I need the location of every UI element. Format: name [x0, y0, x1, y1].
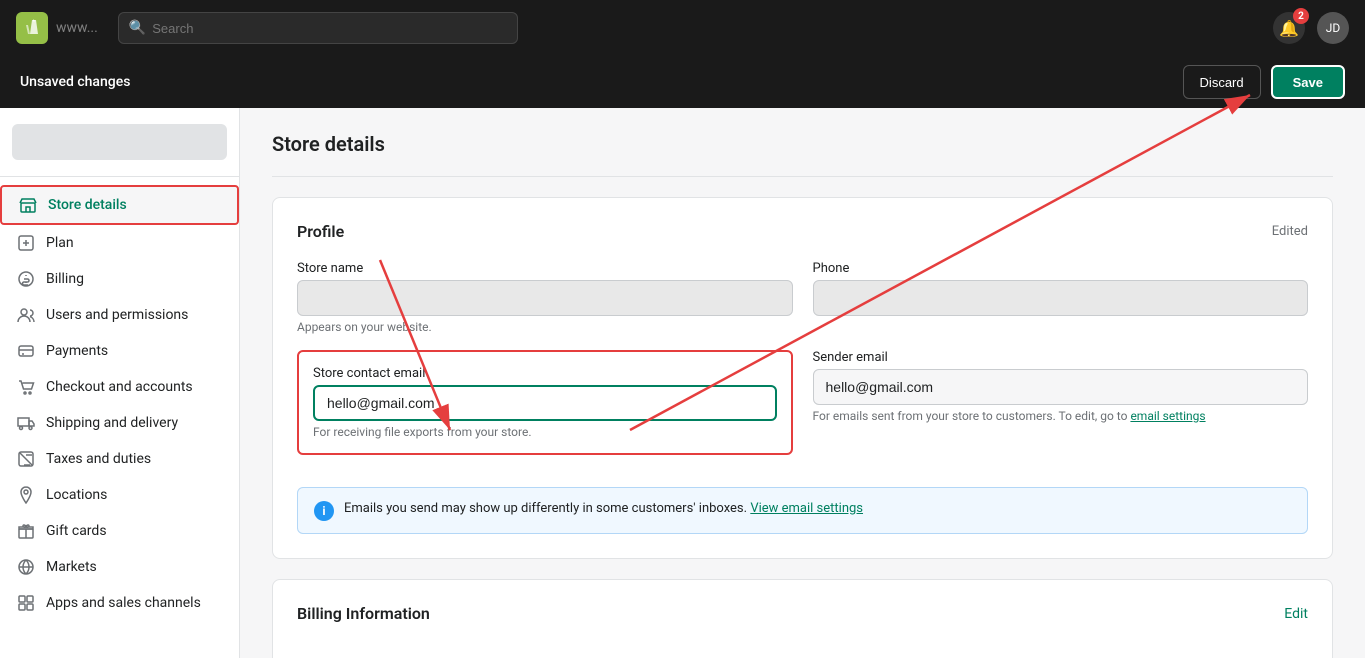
markets-icon	[16, 557, 36, 577]
locations-icon	[16, 485, 36, 505]
avatar-initials: JD	[1326, 21, 1341, 35]
users-icon	[16, 305, 36, 325]
plan-icon	[16, 233, 36, 253]
info-banner: i Emails you send may show up differentl…	[297, 487, 1308, 534]
main-layout: Store details Plan Billing	[0, 108, 1365, 658]
shopify-logo	[16, 12, 48, 44]
sender-email-group: Sender email For emails sent from your s…	[813, 350, 1309, 423]
sidebar-label-checkout: Checkout and accounts	[46, 379, 193, 395]
email-settings-link[interactable]: email settings	[1130, 409, 1205, 423]
email-row: Store contact email For receiving file e…	[297, 350, 1308, 471]
sidebar-label-store-details: Store details	[48, 197, 127, 213]
store-name-hint: Appears on your website.	[297, 320, 793, 334]
billing-title: Billing Information	[297, 604, 430, 623]
sidebar-divider-top	[0, 176, 239, 177]
title-divider	[272, 176, 1333, 177]
store-logo-placeholder	[12, 124, 227, 160]
sidebar-item-plan[interactable]: Plan	[0, 225, 239, 261]
billing-card-header: Billing Information Edit	[297, 604, 1308, 623]
billing-icon	[16, 269, 36, 289]
info-icon: i	[314, 501, 334, 521]
sender-email-label: Sender email	[813, 350, 1309, 365]
info-banner-message: Emails you send may show up differently …	[344, 501, 747, 516]
sidebar-label-apps: Apps and sales channels	[46, 595, 201, 611]
search-input[interactable]	[152, 21, 507, 36]
info-banner-text: Emails you send may show up differently …	[344, 500, 863, 518]
sidebar-item-checkout[interactable]: Checkout and accounts	[0, 369, 239, 405]
checkout-icon	[16, 377, 36, 397]
sidebar-label-users: Users and permissions	[46, 307, 188, 323]
payments-icon	[16, 341, 36, 361]
sender-email-input	[813, 369, 1309, 405]
sidebar-item-apps[interactable]: Apps and sales channels	[0, 585, 239, 621]
gift-icon	[16, 521, 36, 541]
phone-input[interactable]	[813, 280, 1309, 316]
profile-card: Profile Edited Store name Appears on you…	[272, 197, 1333, 559]
save-button[interactable]: Save	[1271, 65, 1345, 99]
sidebar-item-markets[interactable]: Markets	[0, 549, 239, 585]
contact-email-label: Store contact email	[313, 366, 777, 381]
avatar-btn[interactable]: JD	[1317, 12, 1349, 44]
billing-info-card: Billing Information Edit	[272, 579, 1333, 658]
sidebar-item-shipping[interactable]: Shipping and delivery	[0, 405, 239, 441]
edited-badge: Edited	[1272, 224, 1308, 239]
sidebar-label-plan: Plan	[46, 235, 74, 251]
sidebar-item-store-details[interactable]: Store details	[0, 185, 239, 225]
view-email-settings-link[interactable]: View email settings	[750, 501, 863, 516]
sidebar-label-billing: Billing	[46, 271, 84, 287]
sidebar-label-locations: Locations	[46, 487, 107, 503]
contact-email-section: Store contact email For receiving file e…	[297, 350, 793, 455]
store-name-nav: www...	[56, 20, 98, 36]
store-name-input[interactable]	[297, 280, 793, 316]
sender-email-hint: For emails sent from your store to custo…	[813, 409, 1309, 423]
contact-email-input[interactable]	[313, 385, 777, 421]
sidebar-item-users[interactable]: Users and permissions	[0, 297, 239, 333]
sidebar-item-gift-cards[interactable]: Gift cards	[0, 513, 239, 549]
phone-label: Phone	[813, 261, 1309, 276]
contact-email-group: Store contact email For receiving file e…	[297, 350, 793, 471]
sender-hint-text: For emails sent from your store to custo…	[813, 409, 1128, 423]
store-name-group: Store name Appears on your website.	[297, 261, 793, 334]
billing-edit-link[interactable]: Edit	[1284, 606, 1308, 622]
notification-btn[interactable]: 🔔 2	[1273, 12, 1305, 44]
page-title: Store details	[272, 132, 1333, 156]
apps-icon	[16, 593, 36, 613]
sidebar-item-billing[interactable]: Billing	[0, 261, 239, 297]
unsaved-changes-bar: Unsaved changes Discard Save	[0, 56, 1365, 108]
sidebar-item-taxes[interactable]: Taxes and duties	[0, 441, 239, 477]
shipping-icon	[16, 413, 36, 433]
sidebar-label-shipping: Shipping and delivery	[46, 415, 178, 431]
store-icon	[18, 195, 38, 215]
sidebar-label-taxes: Taxes and duties	[46, 451, 151, 467]
profile-card-header: Profile Edited	[297, 222, 1308, 241]
unsaved-label: Unsaved changes	[20, 74, 130, 90]
sidebar-item-locations[interactable]: Locations	[0, 477, 239, 513]
nav-right: 🔔 2 JD	[1273, 12, 1349, 44]
sidebar-label-payments: Payments	[46, 343, 108, 359]
top-nav: www... 🔍 🔔 2 JD	[0, 0, 1365, 56]
notification-badge: 2	[1293, 8, 1309, 24]
sidebar-label-gift-cards: Gift cards	[46, 523, 107, 539]
sidebar-label-markets: Markets	[46, 559, 97, 575]
taxes-icon	[16, 449, 36, 469]
contact-email-hint: For receiving file exports from your sto…	[313, 425, 777, 439]
name-phone-row: Store name Appears on your website. Phon…	[297, 261, 1308, 334]
logo-area: www...	[16, 12, 98, 44]
main-content: Store details Profile Edited Store name …	[240, 108, 1365, 658]
unsaved-actions: Discard Save	[1183, 65, 1345, 99]
sidebar: Store details Plan Billing	[0, 108, 240, 658]
sidebar-item-payments[interactable]: Payments	[0, 333, 239, 369]
discard-button[interactable]: Discard	[1183, 65, 1261, 99]
search-icon: 🔍	[129, 20, 146, 36]
phone-group: Phone	[813, 261, 1309, 334]
search-bar[interactable]: 🔍	[118, 12, 518, 44]
store-name-label: Store name	[297, 261, 793, 276]
profile-title: Profile	[297, 222, 344, 241]
